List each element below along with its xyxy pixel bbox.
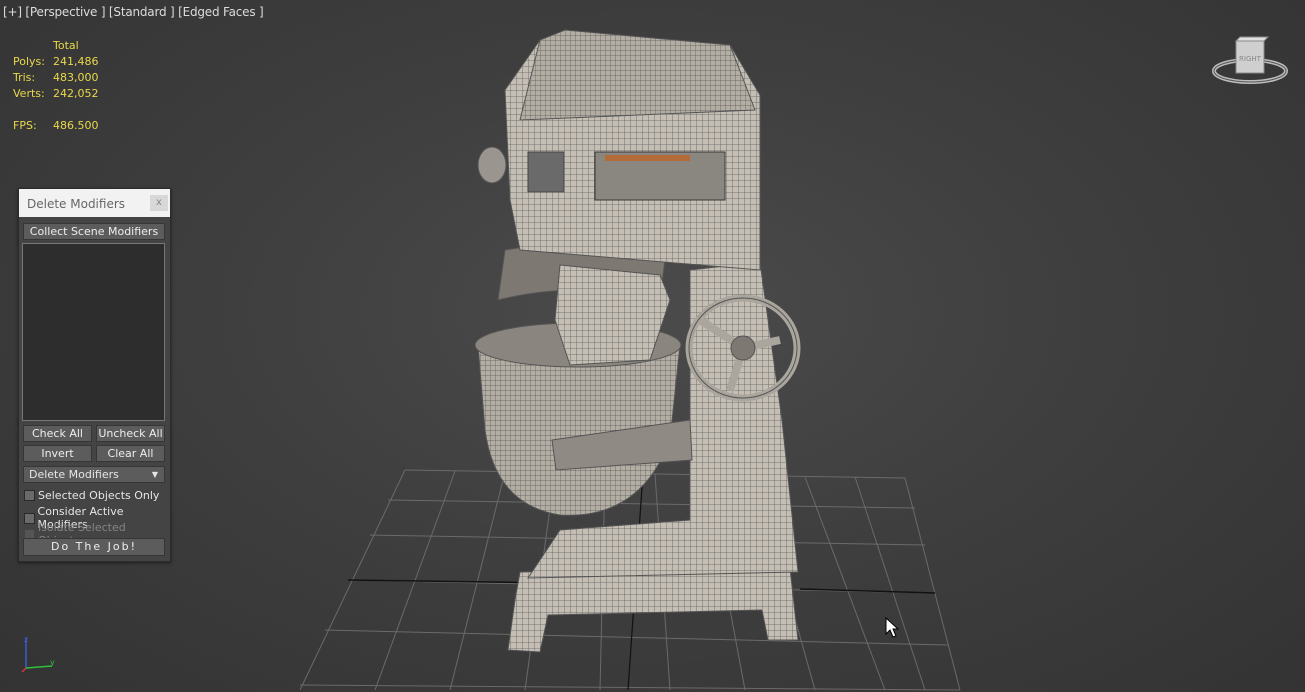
stats-row-polys: Polys: 241,486 [13,54,123,70]
checkbox-label: Selected Objects Only [38,489,160,502]
stats-value: 241,486 [53,55,99,68]
mixer-base [507,567,799,653]
stats-value: 483,000 [53,71,99,84]
stats-value: 242,052 [53,87,99,100]
viewcube[interactable]: RIGHT [1210,35,1290,91]
stats-row-fps: FPS: 486.500 [13,118,123,134]
scene-render[interactable] [0,0,1305,692]
stats-label: Tris: [13,71,36,84]
axis-tripod: z y [21,635,55,673]
delete-modifiers-dialog: Delete Modifiers x Collect Scene Modifie… [18,188,171,562]
collect-scene-modifiers-button[interactable]: Collect Scene Modifiers [23,223,165,240]
viewport-label[interactable]: [+] [Perspective ] [Standard ] [Edged Fa… [3,5,264,19]
stats-row-tris: Tris: 483,000 [13,70,123,86]
action-dropdown[interactable]: Delete Modifiers ▼ [23,466,165,483]
stats-label: FPS: [13,119,37,132]
scene-statistics: Total Polys: 241,486 Tris: 483,000 Verts: 2… [13,38,123,134]
close-button[interactable]: x [150,195,168,211]
perspective-viewport[interactable]: [+] [Perspective ] [Standard ] [Edged Fa… [0,0,1305,692]
stats-label: Polys: [13,55,45,68]
chevron-down-icon: ▼ [151,470,158,479]
viewcube-face-label: RIGHT [1239,55,1262,63]
dropdown-value: Delete Modifiers [29,468,119,481]
check-all-button[interactable]: Check All [23,425,92,442]
do-the-job-button[interactable]: Do The Job! [23,538,165,556]
selected-objects-only-checkbox[interactable]: Selected Objects Only [24,489,159,502]
modifiers-listbox[interactable] [22,243,165,421]
checkbox-box[interactable] [24,490,35,501]
mouse-cursor-icon [885,617,900,638]
stats-label: Verts: [13,87,45,100]
dialog-title: Delete Modifiers [27,197,126,211]
invert-button[interactable]: Invert [23,445,92,462]
axis-y-label: y [50,658,55,667]
dialog-titlebar[interactable]: Delete Modifiers x [19,189,170,217]
stats-row-verts: Verts: 242,052 [13,86,123,102]
stats-header: Total [53,39,79,52]
uncheck-all-button[interactable]: Uncheck All [96,425,165,442]
axis-z-label: z [24,635,28,644]
clear-all-button[interactable]: Clear All [96,445,165,462]
stats-value: 486.500 [53,119,99,132]
